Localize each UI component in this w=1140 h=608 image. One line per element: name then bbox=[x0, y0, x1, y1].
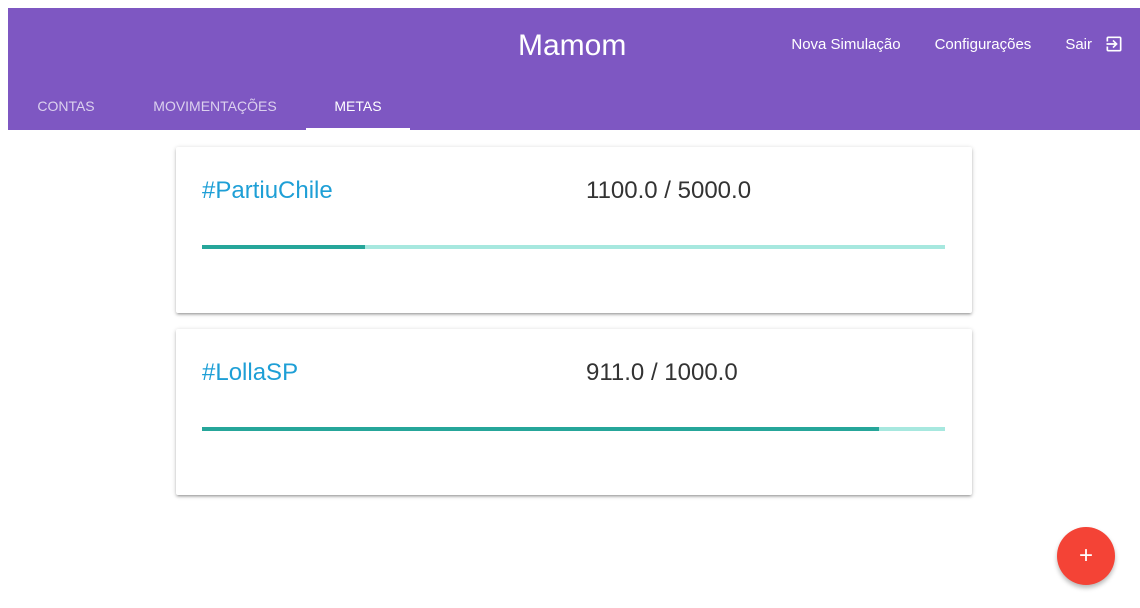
sair-label: Sair bbox=[1065, 35, 1092, 53]
app-title: Mamom bbox=[518, 29, 627, 62]
exit-to-app-icon[interactable] bbox=[1104, 34, 1124, 54]
add-goal-button[interactable]: + bbox=[1057, 527, 1115, 585]
tab-contas[interactable]: CONTAS bbox=[8, 88, 124, 130]
configuracoes-link[interactable]: Configurações bbox=[935, 36, 1032, 53]
goal-progress-bar bbox=[202, 427, 945, 431]
goal-progress-fill bbox=[202, 245, 366, 249]
add-icon: + bbox=[1078, 542, 1093, 569]
top-app-bar: Mamom Nova Simulação Configurações Sair … bbox=[8, 8, 1140, 130]
tab-metas[interactable]: METAS bbox=[306, 88, 410, 130]
nav-actions: Nova Simulação Configurações Sair bbox=[757, 34, 1124, 54]
nova-simulacao-link[interactable]: Nova Simulação bbox=[791, 36, 900, 53]
tabs: CONTAS MOVIMENTAÇÕES METAS bbox=[8, 88, 410, 130]
sair-button[interactable]: Sair bbox=[1065, 34, 1124, 54]
goal-name[interactable]: #LollaSP bbox=[202, 359, 298, 387]
goal-amount: 911.0 / 1000.0 bbox=[586, 359, 738, 386]
goal-progress-bar bbox=[202, 245, 945, 249]
app-root: Mamom Nova Simulação Configurações Sair … bbox=[0, 0, 1140, 608]
tab-movimentacoes[interactable]: MOVIMENTAÇÕES bbox=[124, 88, 306, 130]
goal-amount: 1100.0 / 5000.0 bbox=[586, 177, 752, 204]
goal-card: #PartiuChile 1100.0 / 5000.0 bbox=[176, 147, 972, 313]
goal-card: #LollaSP 911.0 / 1000.0 bbox=[176, 329, 972, 495]
goal-name[interactable]: #PartiuChile bbox=[202, 177, 333, 205]
goal-progress-fill bbox=[202, 427, 879, 431]
